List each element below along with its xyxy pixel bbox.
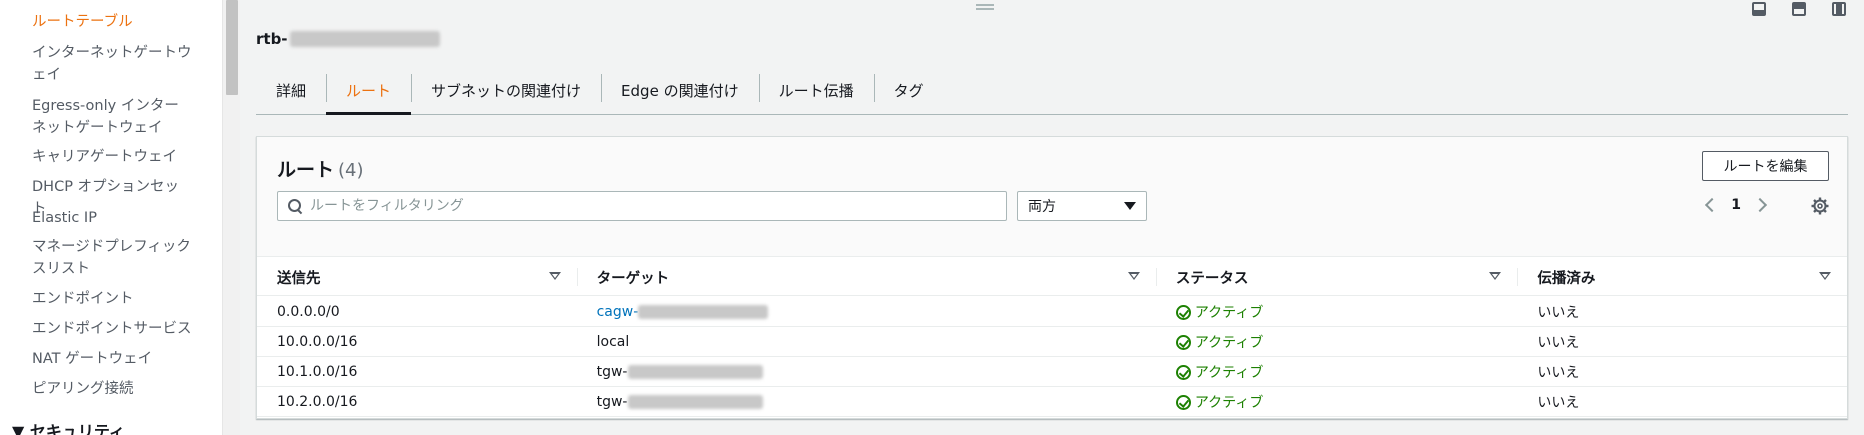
sort-icon[interactable] xyxy=(1819,272,1832,280)
column-status-label: ステータス xyxy=(1175,270,1249,287)
redacted-target-id xyxy=(638,305,769,319)
target-text: tgw- xyxy=(596,394,628,410)
panel-layout-controls xyxy=(1752,2,1846,16)
column-target-label: ターゲット xyxy=(596,270,670,287)
cell-target: cagw- xyxy=(577,297,1156,327)
cell-propagated: いいえ xyxy=(1537,335,1580,351)
tab-route-propagation[interactable]: ルート伝播 xyxy=(758,66,874,114)
column-target[interactable]: ターゲット xyxy=(576,258,1156,296)
scrollbar-thumb[interactable] xyxy=(226,0,238,95)
sidebar-item-egress-only-gateways[interactable]: Egress-only インターネットゲートウェイ xyxy=(32,95,192,139)
layout-split-icon[interactable] xyxy=(1792,2,1806,16)
chevron-left-icon[interactable] xyxy=(1705,197,1720,213)
edit-routes-button[interactable]: ルートを編集 xyxy=(1702,151,1829,181)
cell-propagated: いいえ xyxy=(1537,365,1580,381)
caret-down-icon xyxy=(1124,202,1136,210)
sidebar-item-managed-prefix-lists[interactable]: マネージドプレフィックスリスト xyxy=(32,236,192,280)
column-destination[interactable]: 送信先 xyxy=(257,258,577,296)
status-text: アクティブ xyxy=(1194,305,1264,321)
sidebar-item-endpoint-services[interactable]: エンドポイントサービス xyxy=(32,318,192,340)
cell-destination: 10.0.0.0/16 xyxy=(277,334,358,350)
panel-title: ルート (4) xyxy=(277,155,364,182)
sidebar-scrollbar[interactable] xyxy=(222,0,240,435)
sidebar-item-peering-connections[interactable]: ピアリング接続 xyxy=(32,378,192,400)
layout-full-icon[interactable] xyxy=(1832,2,1846,16)
cell-destination: 10.1.0.0/16 xyxy=(277,364,358,380)
route-count: (4) xyxy=(338,160,364,181)
tab-subnet-associations[interactable]: サブネットの関連付け xyxy=(411,66,601,114)
cell-status: アクティブ xyxy=(1156,297,1518,327)
cell-status: アクティブ xyxy=(1156,387,1518,417)
column-propagated-label: 伝播済み xyxy=(1537,270,1596,287)
redacted-target-id xyxy=(627,365,763,379)
column-destination-label: 送信先 xyxy=(277,270,321,287)
target-text: tgw- xyxy=(596,364,628,380)
current-page[interactable]: 1 xyxy=(1731,197,1741,213)
routes-table-header: 送信先 ターゲット ステータス 伝播済み xyxy=(257,258,1847,296)
table-row[interactable]: 10.1.0.0/16 tgw- アクティブ いいえ xyxy=(257,357,1847,387)
detail-tabs: 詳細 ルート サブネットの関連付け Edge の関連付け ルート伝播 タグ xyxy=(256,66,1848,115)
sidebar-item-carrier-gateways[interactable]: キャリアゲートウェイ xyxy=(32,146,192,168)
table-row[interactable]: 0.0.0.0/0 cagw- アクティブ いいえ xyxy=(257,297,1847,327)
route-table-id: rtb- xyxy=(256,30,440,48)
sidebar-item-internet-gateways[interactable]: インターネットゲートウェイ xyxy=(32,42,192,86)
route-filter-input[interactable] xyxy=(310,198,1006,214)
redacted-id xyxy=(289,31,440,47)
cell-destination: 0.0.0.0/0 xyxy=(277,304,340,320)
sidebar-item-route-tables[interactable]: ルートテーブル xyxy=(32,11,192,33)
routes-panel-header: ルート(4) ルートを編集 両方 1 xyxy=(257,137,1847,257)
check-circle-icon xyxy=(1175,334,1191,350)
redacted-target-id xyxy=(627,395,763,409)
layout-bottom-icon[interactable] xyxy=(1752,2,1766,16)
cell-destination: 10.2.0.0/16 xyxy=(277,394,358,410)
sidebar-nav: ルートテーブル インターネットゲートウェイ Egress-only インターネッ… xyxy=(0,0,222,435)
search-icon xyxy=(288,199,302,213)
sidebar-item-endpoints[interactable]: エンドポイント xyxy=(32,288,192,310)
column-status[interactable]: ステータス xyxy=(1155,258,1518,296)
split-drag-handle[interactable] xyxy=(976,4,994,10)
cell-status: アクティブ xyxy=(1156,327,1518,357)
status-text: アクティブ xyxy=(1194,365,1264,381)
tab-routes[interactable]: ルート xyxy=(326,66,412,115)
cell-propagated: いいえ xyxy=(1537,305,1580,321)
chevron-right-icon[interactable] xyxy=(1752,197,1768,213)
tab-tags[interactable]: タグ xyxy=(873,66,944,114)
sidebar-item-nat-gateways[interactable]: NAT ゲートウェイ xyxy=(32,348,192,370)
table-row[interactable]: 10.0.0.0/16 local アクティブ いいえ xyxy=(257,327,1847,357)
route-type-select[interactable]: 両方 xyxy=(1017,191,1147,221)
sort-icon[interactable] xyxy=(548,272,561,280)
route-filter-search[interactable] xyxy=(277,191,1007,221)
check-circle-icon xyxy=(1175,364,1191,380)
table-row[interactable]: 10.2.0.0/16 tgw- アクティブ いいえ xyxy=(257,387,1847,417)
panel-title-text: ルート xyxy=(277,159,335,181)
check-circle-icon xyxy=(1175,394,1191,410)
sidebar-item-elastic-ip[interactable]: Elastic IP xyxy=(32,207,192,229)
cell-status: アクティブ xyxy=(1156,357,1518,387)
target-link[interactable]: cagw- xyxy=(597,304,639,320)
status-text: アクティブ xyxy=(1194,335,1264,351)
column-propagated[interactable]: 伝播済み xyxy=(1517,258,1847,296)
cell-target: tgw- xyxy=(577,357,1156,387)
gear-icon[interactable] xyxy=(1811,197,1829,215)
route-type-select-value: 両方 xyxy=(1028,199,1056,215)
routes-panel: ルート(4) ルートを編集 両方 1 xyxy=(256,136,1848,419)
check-circle-icon xyxy=(1175,304,1191,320)
sidebar-section-security[interactable]: ▼ セキュリティ xyxy=(12,418,125,435)
pagination: 1 xyxy=(1705,197,1768,213)
tab-details[interactable]: 詳細 xyxy=(256,66,326,114)
main-content: rtb- 詳細 ルート サブネットの関連付け Edge の関連付け ルート伝播 … xyxy=(240,0,1864,435)
sort-icon[interactable] xyxy=(1127,272,1140,280)
route-table-id-prefix: rtb- xyxy=(256,30,288,48)
sort-icon[interactable] xyxy=(1489,272,1502,280)
cell-target: local xyxy=(596,334,630,350)
cell-target: tgw- xyxy=(577,387,1156,417)
tab-edge-associations[interactable]: Edge の関連付け xyxy=(601,66,759,114)
cell-propagated: いいえ xyxy=(1537,395,1580,411)
status-text: アクティブ xyxy=(1194,395,1264,411)
